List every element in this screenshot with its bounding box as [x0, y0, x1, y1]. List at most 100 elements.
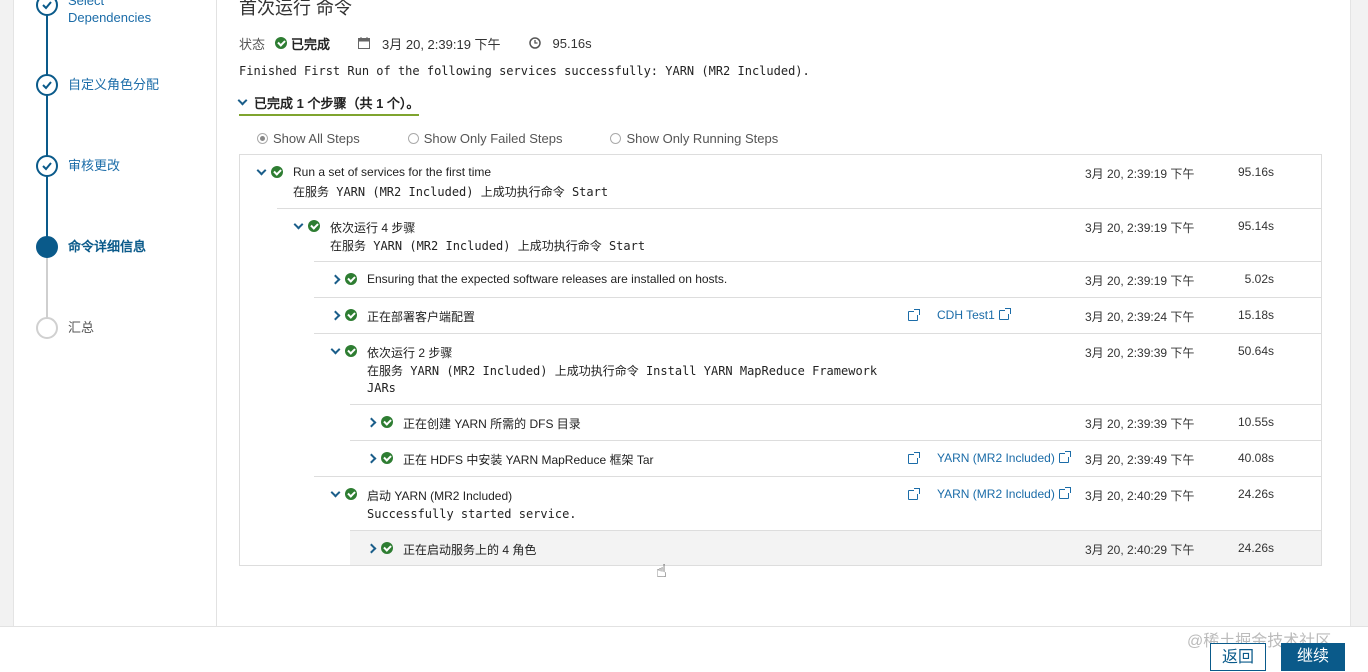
continue-button[interactable]: 继续 — [1281, 643, 1345, 671]
step-time: 3月 20, 2:39:19 下午 — [1085, 167, 1195, 181]
outer-right-gutter — [1350, 0, 1368, 626]
back-button[interactable]: 返回 — [1210, 643, 1266, 671]
external-link-icon — [1058, 487, 1071, 499]
chevron-right-icon — [366, 417, 376, 427]
command-steps-table: Run a set of services for the first time… — [239, 154, 1322, 566]
command-details-panel: 首次运行 命令 状态 已完成 3月 20, 2:39:19 下午 95.16s … — [217, 0, 1350, 626]
step-link[interactable]: YARN (MR2 Included) — [937, 451, 1071, 465]
step-row: 依次运行 4 步骤 在服务 YARN (MR2 Included) 上成功执行命… — [277, 208, 1321, 261]
success-icon — [271, 166, 283, 178]
wizard-pending-line — [46, 247, 48, 327]
step-duration: 24.26s — [1237, 487, 1274, 501]
step-name: 正在启动服务上的 4 角色 — [403, 543, 537, 557]
filter-label: Show Only Failed Steps — [423, 131, 563, 146]
step-detail: Successfully started service. — [367, 507, 577, 521]
chevron-down-icon — [293, 219, 303, 229]
command-status-row: 状态 已完成 3月 20, 2:39:19 下午 95.16s — [239, 33, 592, 53]
step-expand-toggle[interactable] — [329, 310, 341, 320]
success-icon — [345, 309, 357, 321]
step-duration: 95.14s — [1237, 219, 1274, 233]
radio-icon — [407, 133, 419, 144]
wizard-step-label: 审核更改 — [68, 158, 121, 173]
external-link-icon[interactable] — [908, 451, 920, 469]
wizard-step-label: 自定义角色分配 — [68, 77, 160, 92]
step-time: 3月 20, 2:39:39 下午 — [1085, 417, 1195, 431]
wizard-step-label: Select Dependencies — [68, 0, 208, 26]
command-start-time: 3月 20, 2:39:19 下午 — [382, 36, 501, 52]
success-icon — [345, 488, 357, 500]
step-detail: 在服务 YARN (MR2 Included) 上成功执行命令 Start — [293, 185, 609, 199]
step-link-label: CDH Test1 — [937, 308, 995, 322]
check-icon — [36, 155, 58, 177]
filter-show-all-steps[interactable]: Show All Steps — [257, 131, 360, 146]
step-row: 正在部署客户端配置 CDH Test1 3月 20, 2:39:24 下午 15… — [314, 297, 1321, 333]
check-icon — [36, 0, 58, 16]
external-link-icon — [998, 308, 1011, 320]
page-title: 首次运行 命令 — [239, 0, 353, 18]
step-expand-toggle[interactable] — [255, 165, 267, 177]
steps-collapse-toggle[interactable]: 已完成 1 个步骤（共 1 个）。 — [237, 93, 420, 116]
radio-icon — [257, 133, 268, 144]
step-link[interactable]: YARN (MR2 Included) — [937, 487, 1071, 501]
filter-label: Show All Steps — [273, 131, 360, 146]
chevron-down-icon — [256, 165, 266, 175]
step-duration: 50.64s — [1237, 344, 1274, 358]
step-filter-group: Show All Steps Show Only Failed Steps Sh… — [257, 131, 826, 146]
step-detail: 在服务 YARN (MR2 Included) 上成功执行命令 Install … — [367, 364, 878, 395]
step-name: 依次运行 2 步骤 — [367, 346, 453, 360]
step-expand-toggle[interactable] — [329, 487, 341, 499]
command-result-message: Finished First Run of the following serv… — [239, 64, 810, 78]
step-row: 启动 YARN (MR2 Included) Successfully star… — [314, 476, 1321, 530]
steps-toggle-label: 已完成 1 个步骤（共 1 个）。 — [254, 96, 420, 111]
chevron-down-icon — [237, 95, 248, 106]
step-time: 3月 20, 2:39:24 下午 — [1085, 310, 1195, 324]
step-row: 依次运行 2 步骤 在服务 YARN (MR2 Included) 上成功执行命… — [314, 333, 1321, 404]
step-expand-toggle[interactable] — [292, 219, 304, 231]
success-icon — [345, 345, 357, 357]
step-expand-toggle[interactable] — [329, 344, 341, 356]
step-row: 正在创建 YARN 所需的 DFS 目录 3月 20, 2:39:39 下午 1… — [350, 404, 1321, 440]
pending-step-icon — [36, 317, 58, 339]
status-value: 已完成 — [291, 36, 331, 52]
check-icon — [36, 74, 58, 96]
step-expand-toggle[interactable] — [329, 274, 341, 284]
step-time: 3月 20, 2:39:19 下午 — [1085, 221, 1195, 235]
step-name: 依次运行 4 步骤 — [330, 221, 416, 235]
filter-label: Show Only Running Steps — [626, 131, 779, 146]
filter-show-failed-steps[interactable]: Show Only Failed Steps — [407, 131, 563, 146]
current-step-icon — [36, 236, 58, 258]
wizard-step-label-line2: Dependencies — [68, 10, 152, 25]
wizard-footer: @稀土掘金技术社区 返回 继续 — [0, 626, 1368, 671]
chevron-right-icon — [366, 453, 376, 463]
step-expand-toggle[interactable] — [365, 543, 377, 553]
step-row: 正在 HDFS 中安装 YARN MapReduce 框架 Tar YARN (… — [350, 440, 1321, 476]
wizard-step-label-line1: Select — [68, 0, 105, 8]
filter-show-running-steps[interactable]: Show Only Running Steps — [610, 131, 778, 146]
step-duration: 5.02s — [1244, 272, 1274, 286]
step-link-label: YARN (MR2 Included) — [937, 487, 1055, 501]
calendar-icon — [358, 37, 371, 49]
step-duration: 40.08s — [1237, 451, 1274, 465]
success-icon — [381, 452, 393, 464]
step-duration: 24.26s — [1237, 541, 1274, 555]
step-link-label: YARN (MR2 Included) — [937, 451, 1055, 465]
success-icon — [345, 273, 357, 285]
clock-icon — [528, 37, 541, 49]
step-expand-toggle[interactable] — [365, 453, 377, 463]
external-link-icon[interactable] — [908, 487, 920, 505]
chevron-down-icon — [330, 487, 340, 497]
external-link-icon[interactable] — [908, 308, 920, 326]
step-row: Run a set of services for the first time… — [240, 155, 1321, 208]
step-time: 3月 20, 2:39:19 下午 — [1085, 274, 1195, 288]
step-duration: 15.18s — [1237, 308, 1274, 322]
step-name: 启动 YARN (MR2 Included) — [367, 489, 513, 503]
step-duration: 10.55s — [1237, 415, 1274, 429]
step-expand-toggle[interactable] — [365, 417, 377, 427]
external-link-icon — [1058, 451, 1071, 463]
step-name: 正在创建 YARN 所需的 DFS 目录 — [403, 417, 581, 431]
step-name: 正在 HDFS 中安装 YARN MapReduce 框架 Tar — [403, 453, 654, 467]
step-row: Ensuring that the expected software rele… — [314, 261, 1321, 297]
step-link[interactable]: CDH Test1 — [937, 308, 1011, 322]
step-duration: 95.16s — [1237, 165, 1274, 179]
step-time: 3月 20, 2:40:29 下午 — [1085, 543, 1195, 557]
